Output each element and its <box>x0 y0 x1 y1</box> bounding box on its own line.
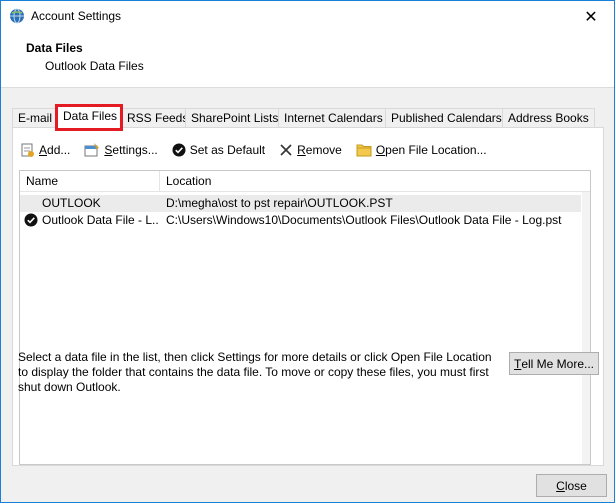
settings-button-accesskey: S <box>104 143 113 157</box>
settings-button-label: ettings... <box>112 143 158 157</box>
data-files-list[interactable]: Name Location OUTLOOK D:\megha\ost to ps… <box>19 170 591 465</box>
tab-rss-feeds[interactable]: RSS Feeds <box>121 108 195 128</box>
open-file-location-button[interactable]: Open File Location... <box>356 143 487 157</box>
help-description: Select a data file in the list, then cli… <box>18 350 492 394</box>
tab-published-calendars[interactable]: Published Calendars <box>385 108 508 128</box>
dialog-header: Data Files Outlook Data Files <box>1 32 614 88</box>
close-button-accesskey: C <box>556 478 565 493</box>
remove-button[interactable]: Remove <box>279 143 342 157</box>
data-files-panel: Add... Settings... Set as Default R emov… <box>12 127 604 466</box>
list-item-location: C:\Users\Windows10\Documents\Outlook Fil… <box>166 213 562 227</box>
outlook-globe-icon <box>10 8 24 24</box>
open-file-location-accesskey: O <box>375 143 386 157</box>
tell-me-more-accesskey: T <box>513 356 522 371</box>
remove-x-icon <box>280 144 292 156</box>
window-close-button[interactable]: ✕ <box>568 1 614 32</box>
column-header-name[interactable]: Name <box>20 171 160 192</box>
list-item-outlook[interactable]: OUTLOOK D:\megha\ost to pst repair\OUTLO… <box>20 195 581 212</box>
list-header: Name Location <box>20 171 590 192</box>
open-file-location-label: pen File Location... <box>385 143 487 157</box>
add-button-label: dd... <box>47 143 71 157</box>
window-title: Account Settings <box>31 9 122 23</box>
list-item-name: OUTLOOK <box>42 196 101 210</box>
close-button[interactable]: Close <box>536 474 607 497</box>
set-as-default-label: Set as Default <box>189 143 266 157</box>
default-checkmark-icon <box>24 213 38 227</box>
checkmark-circle-icon <box>172 143 186 157</box>
remove-button-label: emove <box>305 143 342 157</box>
add-file-icon <box>21 143 34 157</box>
header-title: Data Files <box>26 41 83 55</box>
close-button-label: lose <box>564 478 587 493</box>
tab-sharepoint-lists[interactable]: SharePoint Lists <box>185 108 285 128</box>
add-button[interactable]: Add... <box>19 142 70 158</box>
column-header-location[interactable]: Location <box>160 171 580 192</box>
list-scrollbar[interactable] <box>582 192 590 464</box>
list-item-location: D:\megha\ost to pst repair\OUTLOOK.PST <box>166 196 393 210</box>
settings-button[interactable]: Settings... <box>84 142 158 158</box>
title-bar[interactable]: Account Settings ✕ <box>1 1 614 32</box>
account-settings-window: Account Settings ✕ Data Files Outlook Da… <box>0 0 615 503</box>
tab-email[interactable]: E-mail <box>12 108 59 128</box>
add-button-accesskey: A <box>39 143 48 157</box>
folder-icon <box>356 144 372 157</box>
tab-data-files[interactable]: Data Files <box>55 104 123 131</box>
set-as-default-button[interactable]: Set as Default <box>172 143 265 157</box>
toolbar: Add... Settings... Set as Default R emov… <box>19 140 501 160</box>
tab-address-books[interactable]: Address Books <box>502 108 595 128</box>
list-item-name: Outlook Data File - L... <box>42 213 158 227</box>
tell-me-more-label: ell Me More... <box>521 356 595 371</box>
tab-internet-calendars[interactable]: Internet Calendars <box>278 108 389 128</box>
header-subtitle: Outlook Data Files <box>45 59 144 73</box>
list-item-outlook-data-file-log[interactable]: Outlook Data File - L... C:\Users\Window… <box>20 212 581 229</box>
tell-me-more-button[interactable]: Tell Me More... <box>509 352 599 375</box>
settings-icon <box>84 143 100 157</box>
remove-button-accesskey: R <box>297 143 306 157</box>
